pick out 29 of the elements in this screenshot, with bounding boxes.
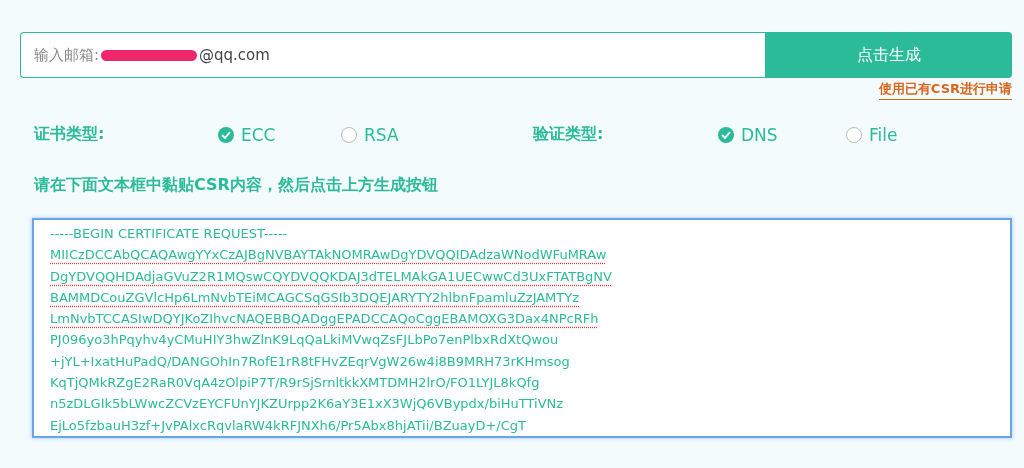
radio-button[interactable] xyxy=(846,126,862,143)
email-field[interactable]: 输入邮箱: @qq.com xyxy=(20,32,765,78)
option-group-label: 验证类型: xyxy=(533,124,605,145)
radio-button[interactable] xyxy=(718,126,734,143)
radio-label: RSA xyxy=(364,124,399,145)
csr-text-line: KqTjQMkRZgE2RaR0VqA4zOlpiP7T/R9rSjSrnltkkXMTDMH2lrO/FO1LYJL8kQfg xyxy=(50,374,540,393)
csr-text-line: n5zDLGIk5bLWwcZCVzEYCFUnYJKZUrpp2K6aY3E1xX3WjQ6VBypdx/biHuTTiVNz xyxy=(50,395,564,414)
use-existing-csr-link[interactable]: 使用已有CSR进行申请 xyxy=(878,80,1012,100)
csr-text-line: +jYL+IxatHuPadQ/DANGOhIn7RofE1rR8tFHvZEqrVgW26w4i8B9MRH73rKHmsog xyxy=(50,352,570,371)
email-value: @qq.com xyxy=(199,46,270,64)
instruction-text: 请在下面文本框中黏贴CSR内容，然后点击上方生成按钮 xyxy=(34,175,439,196)
csr-text-line: LmNvbTCCASIwDQYJKoZIhvcNAQEBBQADggEPADCCAQoCggEBAMOXG3Dax4NPcRFh xyxy=(50,310,599,329)
radio-button[interactable] xyxy=(341,126,357,143)
csr-text-area[interactable] xyxy=(32,218,1012,438)
radio-button[interactable] xyxy=(218,126,234,143)
csr-text-line: PJ096yo3hPqyhv4yCMuHIY3hwZlnK9LqQaLkiMVwqZsFJLbPo7enPlbxRdXtQwou xyxy=(50,331,559,350)
csr-text-line: EjLo5fzbauH3zf+JvPAlxcRqvlaRW4kRFJNXh6/Pr5Abx8hjATii/BZuayD+/CgT xyxy=(50,416,526,435)
option-group-label: 证书类型: xyxy=(34,124,106,145)
email-label: 输入邮箱: xyxy=(34,45,100,65)
generate-button[interactable]: 点击生成 xyxy=(765,32,1012,78)
check-icon xyxy=(221,130,231,139)
csr-text-line: BAMMDCouZGVlcHp6LmNvbTEiMCAGCSqGSIb3DQEJARYTY2hlbnFpamluZzJAMTYz xyxy=(50,288,580,307)
radio-label: File xyxy=(869,124,898,145)
csr-text-line: DgYDVQQHDAdjaGVuZ2R1MQswCQYDVQQKDAJ3dTELMAkGA1UECwwCd3UxFTATBgNV xyxy=(50,267,612,286)
radio-label: DNS xyxy=(741,124,778,145)
check-icon xyxy=(721,130,731,139)
csr-text-line: MIICzDCCAbQCAQAwgYYxCzAJBgNVBAYTAkNOMRAwDgYDVQQIDAdzaWNodWFuMRAw xyxy=(50,246,607,265)
radio-label: ECC xyxy=(241,124,276,145)
csr-text-line: -----BEGIN CERTIFICATE REQUEST----- xyxy=(50,225,288,243)
